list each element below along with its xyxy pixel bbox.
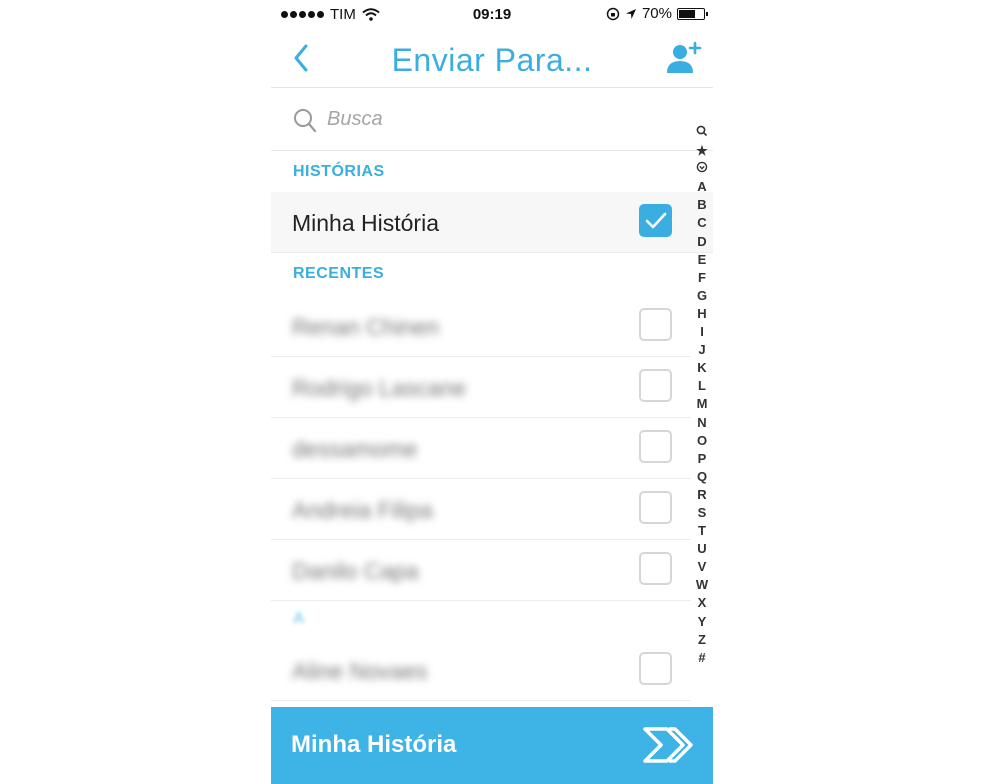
index-letter[interactable]: V <box>696 558 708 576</box>
selected-recipients: Minha História <box>291 731 457 758</box>
list-item-recent[interactable]: Andreia Filipa <box>271 479 691 540</box>
friend-checkbox[interactable] <box>639 491 672 524</box>
list-item-recent[interactable]: Danilo Capa <box>271 540 691 601</box>
index-letter[interactable]: U <box>696 540 708 558</box>
index-letter[interactable]: R <box>696 486 708 504</box>
index-letter[interactable]: A <box>696 178 708 196</box>
list-item-my-story[interactable]: Minha História <box>271 192 713 253</box>
index-letters: A B C D E F G H I J K L M N O P Q R S T U V W X Y Z # <box>696 178 708 667</box>
search-bar <box>271 88 713 151</box>
battery-percent: 70% <box>641 5 672 22</box>
row-label: Minha História <box>292 210 439 236</box>
list-item-friend[interactable]: Aline Novaes <box>271 640 691 701</box>
index-letter[interactable]: S <box>696 504 708 522</box>
index-letter[interactable]: W <box>696 576 708 594</box>
nav-bar: Enviar Para... <box>271 30 713 88</box>
index-letter[interactable]: T <box>696 522 708 540</box>
friend-checkbox[interactable] <box>639 369 672 402</box>
friend-name: Aline Novaes <box>292 658 428 684</box>
index-letter[interactable]: P <box>696 450 708 468</box>
index-letter[interactable]: C <box>696 214 708 232</box>
index-letter[interactable]: X <box>696 594 708 612</box>
story-checkbox[interactable] <box>639 204 672 237</box>
friend-name: Danilo Capa <box>292 558 419 584</box>
friend-name: dessamome <box>292 436 418 462</box>
index-letter[interactable]: K <box>696 359 708 377</box>
page-title: Enviar Para... <box>391 42 593 78</box>
search-input[interactable] <box>327 106 627 132</box>
friend-checkbox[interactable] <box>639 430 672 463</box>
index-letter[interactable]: I <box>696 323 708 341</box>
index-letter[interactable]: Y <box>696 613 708 631</box>
add-friend-icon <box>667 41 702 73</box>
section-header-stories: HISTÓRIAS <box>293 163 385 180</box>
friend-name: Andreia Filipa <box>292 497 433 523</box>
index-letter[interactable]: O <box>696 432 708 450</box>
friend-name: Renan Chinen <box>292 314 440 340</box>
app-screen: TIM 09:19 70% Enviar Para... Busca HISTÓ… <box>271 0 713 784</box>
index-best-friends-icon[interactable] <box>696 160 708 178</box>
index-letter[interactable]: H <box>696 305 708 323</box>
list-item-recent[interactable]: dessamome <box>271 418 691 479</box>
send-button[interactable] <box>641 725 695 765</box>
section-header-recent: RECENTES <box>293 265 385 282</box>
list-item-recent[interactable]: Renan Chinen <box>271 296 691 357</box>
search-icon <box>294 109 317 133</box>
index-letter[interactable]: E <box>696 251 708 269</box>
index-letter[interactable]: M <box>696 395 708 413</box>
index-letter[interactable]: # <box>696 649 708 667</box>
friend-name: Rodrigo Lascane <box>292 375 466 401</box>
battery-icon <box>677 7 708 20</box>
index-letter[interactable]: N <box>696 414 708 432</box>
rotation-lock-icon <box>606 7 620 20</box>
section-header-letter: A <box>293 610 306 627</box>
battery-level <box>679 9 696 18</box>
friend-checkbox[interactable] <box>639 652 672 685</box>
location-arrow-icon <box>625 8 636 19</box>
index-letter[interactable]: F <box>696 269 708 287</box>
checkmark-icon <box>645 212 667 229</box>
list-item-recent[interactable]: Rodrigo Lascane <box>271 357 691 418</box>
index-letter[interactable]: B <box>696 196 708 214</box>
status-right: 70% <box>606 5 708 22</box>
status-bar: TIM 09:19 70% <box>271 0 713 30</box>
alphabet-index[interactable]: ★ A B C D E F G H I J K L M N O P Q R S T U V W X Y Z # <box>692 124 712 667</box>
index-letter[interactable]: G <box>696 287 708 305</box>
index-letter[interactable]: Q <box>696 468 708 486</box>
add-friend-button[interactable] <box>665 40 703 76</box>
index-letter[interactable]: Z <box>696 631 708 649</box>
friend-checkbox[interactable] <box>639 308 672 341</box>
index-letter[interactable]: J <box>696 341 708 359</box>
friend-checkbox[interactable] <box>639 552 672 585</box>
send-bar[interactable]: Minha História <box>271 707 713 784</box>
index-search-icon[interactable] <box>696 124 708 142</box>
double-chevron-right-icon <box>643 727 693 763</box>
index-letter[interactable]: D <box>696 233 708 251</box>
index-star-icon[interactable]: ★ <box>696 142 708 160</box>
index-letter[interactable]: L <box>696 377 708 395</box>
